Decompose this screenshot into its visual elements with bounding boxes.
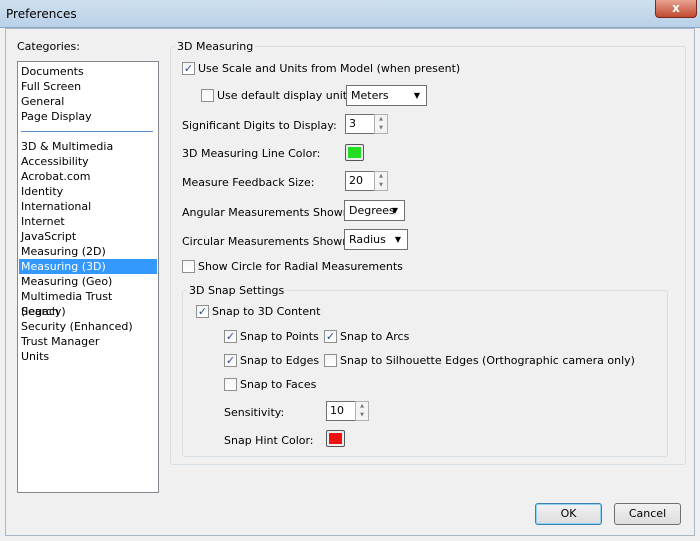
category-item[interactable]: JavaScript [19,229,157,244]
default-unit-dropdown[interactable]: Meters ▼ [346,85,427,106]
use-scale-checkbox[interactable]: ✓ [182,62,195,75]
use-scale-label: Use Scale and Units from Model (when pre… [198,62,461,75]
circular-dropdown[interactable]: Radius ▼ [344,229,408,250]
close-button[interactable]: x [655,0,697,18]
default-unit-checkbox[interactable] [201,89,214,102]
snap-silhouette-label: Snap to Silhouette Edges (Orthographic c… [340,354,635,367]
categories-list[interactable]: Documents Full Screen General Page Display 3… [17,61,159,493]
feedback-size-stepper[interactable]: ▲ ▼ [374,171,388,191]
category-item[interactable]: General [19,94,157,109]
snap-edges-label: Snap to Edges [240,354,320,367]
snap-arcs-checkbox[interactable]: ✓ [324,330,337,343]
category-item[interactable]: International [19,199,157,214]
feedback-size-input[interactable]: 20 [345,171,374,191]
snap-content-label: Snap to 3D Content [212,305,321,318]
category-item[interactable]: Multimedia Trust (legacy) [19,289,157,318]
category-item[interactable]: Trust Manager [19,334,157,349]
title-bar [0,0,700,28]
category-item[interactable]: Measuring (Geo) [19,274,157,289]
category-item[interactable]: Acrobat.com [19,169,157,184]
angular-label: Angular Measurements Shown In: [182,206,368,219]
hint-color-button[interactable] [326,430,345,447]
circular-value: Radius [349,233,386,246]
category-item[interactable]: 3D & Multimedia [19,139,157,154]
snap-legend: 3D Snap Settings [189,284,285,297]
snap-content-checkbox[interactable]: ✓ [196,305,209,318]
show-circle-label: Show Circle for Radial Measurements [198,260,403,273]
category-item[interactable]: Measuring (2D) [19,244,157,259]
category-item[interactable]: Accessibility [19,154,157,169]
angular-dropdown[interactable]: Degrees ▼ [344,200,405,221]
sig-digits-label: Significant Digits to Display: [182,119,337,132]
sensitivity-input[interactable]: 10 [326,401,355,421]
circular-label: Circular Measurements Shown As: [182,235,370,248]
chevron-down-icon: ▼ [394,235,401,244]
ok-button[interactable]: OK [535,503,602,525]
category-separator [21,131,153,132]
snap-points-label: Snap to Points [240,330,319,343]
hint-color-label: Snap Hint Color: [224,434,314,447]
chevron-down-icon: ▼ [413,91,420,100]
chevron-down-icon: ▼ [391,206,398,215]
hint-color-swatch [329,433,342,444]
category-item[interactable]: Units [19,349,157,364]
sig-digits-input[interactable]: 3 [345,114,374,134]
measuring-legend: 3D Measuring [177,40,254,53]
default-unit-label: Use default display unit: [217,89,351,102]
sensitivity-label: Sensitivity: [224,406,285,419]
sig-digits-stepper[interactable]: ▲ ▼ [374,114,388,134]
line-color-label: 3D Measuring Line Color: [182,147,321,160]
angular-value: Degrees [349,204,395,217]
category-item[interactable]: Identity [19,184,157,199]
snap-silhouette-checkbox[interactable] [324,354,337,367]
categories-label: Categories: [17,40,80,53]
snap-arcs-label: Snap to Arcs [340,330,410,343]
show-circle-checkbox[interactable] [182,260,195,273]
sensitivity-stepper[interactable]: ▲ ▼ [355,401,369,421]
line-color-button[interactable] [345,144,364,161]
snap-edges-checkbox[interactable]: ✓ [224,354,237,367]
cancel-button[interactable]: Cancel [614,503,681,525]
feedback-size-label: Measure Feedback Size: [182,176,315,189]
line-color-swatch [348,147,361,158]
snap-points-checkbox[interactable]: ✓ [224,330,237,343]
category-item[interactable]: Documents [19,64,157,79]
category-item[interactable]: Page Display [19,109,157,124]
snap-faces-checkbox[interactable] [224,378,237,391]
default-unit-value: Meters [351,89,389,102]
category-item[interactable]: Measuring (3D) [19,259,157,274]
category-item[interactable]: Full Screen [19,79,157,94]
category-item[interactable]: Internet [19,214,157,229]
category-item[interactable]: Security (Enhanced) [19,319,157,334]
window-title: Preferences [6,7,77,21]
snap-faces-label: Snap to Faces [240,378,317,391]
category-item[interactable]: Search [19,304,157,319]
